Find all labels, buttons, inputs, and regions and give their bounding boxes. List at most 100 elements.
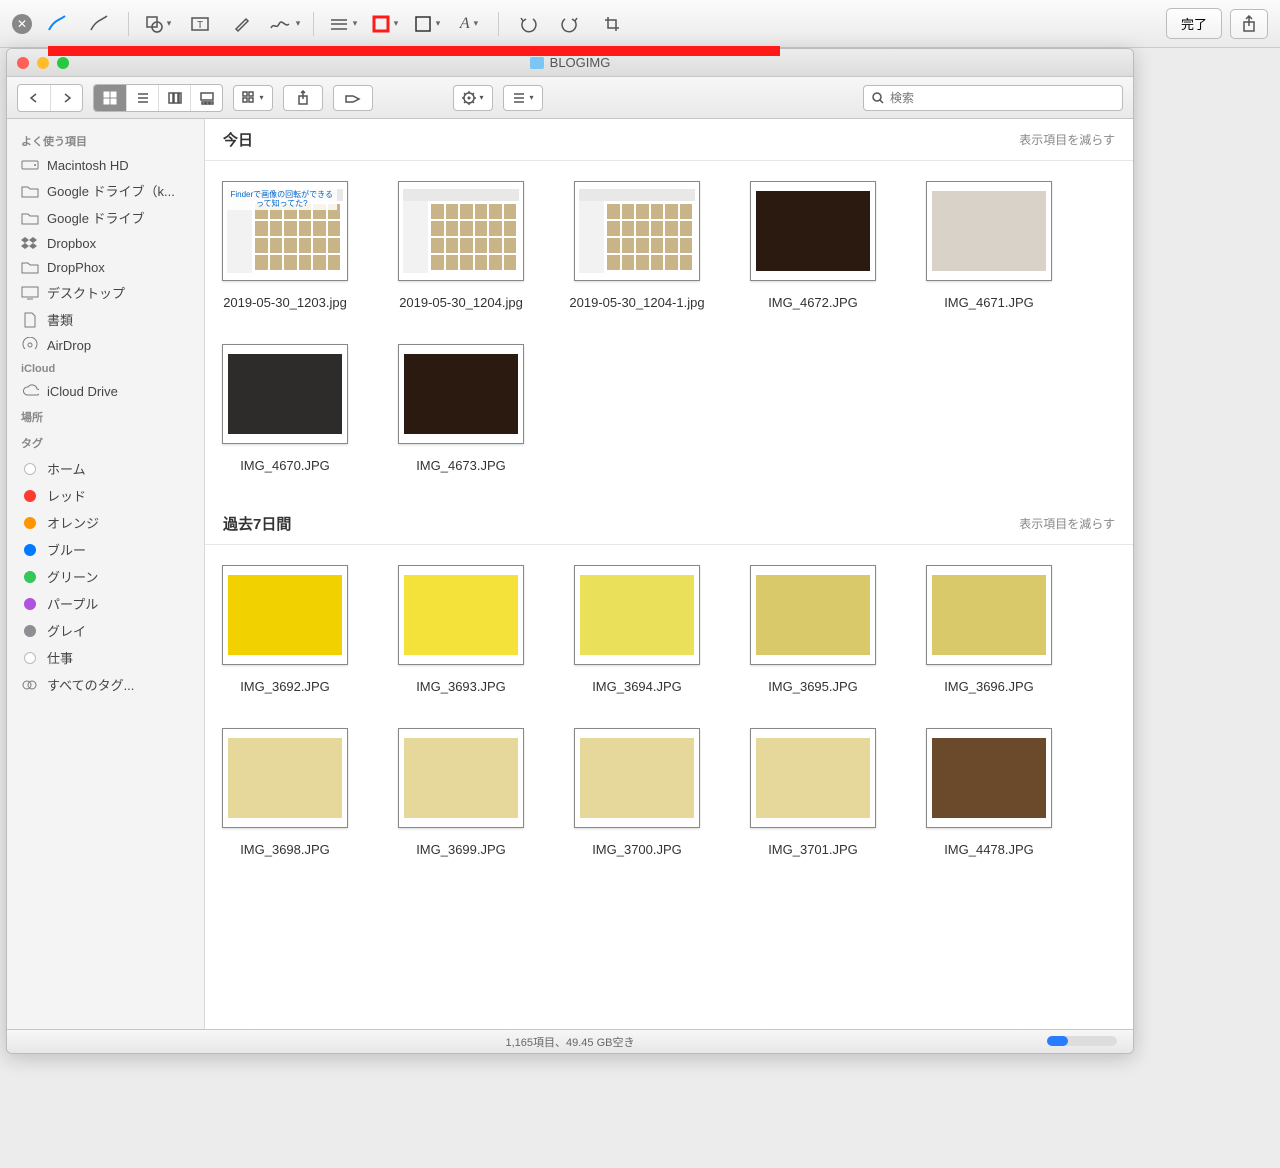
action-button[interactable] xyxy=(453,85,493,111)
file-item[interactable]: IMG_3695.JPG xyxy=(743,565,883,694)
sidebar-item[interactable]: ホーム xyxy=(7,455,204,482)
file-thumbnail[interactable] xyxy=(574,181,700,281)
group-button[interactable] xyxy=(503,85,543,111)
file-thumbnail[interactable] xyxy=(222,344,348,444)
file-thumbnail[interactable] xyxy=(926,565,1052,665)
sidebar-item[interactable]: ブルー xyxy=(7,536,204,563)
icon-view-button[interactable] xyxy=(94,85,126,111)
sidebar-item[interactable]: デスクトップ xyxy=(7,279,204,306)
gallery-view-button[interactable] xyxy=(190,85,222,111)
sign-button[interactable] xyxy=(267,8,301,40)
line-weight-button[interactable] xyxy=(326,8,360,40)
sidebar-section-header: iCloud xyxy=(7,357,204,379)
file-thumbnail[interactable] xyxy=(398,728,524,828)
file-item[interactable]: IMG_4673.JPG xyxy=(391,344,531,473)
file-item[interactable]: 2019-05-30_1204.jpg xyxy=(391,181,531,310)
file-thumbnail[interactable] xyxy=(750,181,876,281)
sidebar-section-header: タグ xyxy=(7,429,204,455)
content-area[interactable]: 今日表示項目を減らす Finderで画像の回転ができるって知ってた? 2019-… xyxy=(205,119,1133,1029)
folder-icon xyxy=(530,57,544,69)
file-thumbnail[interactable] xyxy=(750,565,876,665)
file-thumbnail[interactable] xyxy=(750,728,876,828)
sidebar-item[interactable]: Google ドライブ xyxy=(7,204,204,231)
sidebar-item[interactable]: Macintosh HD xyxy=(7,153,204,177)
sidebar-item[interactable]: グリーン xyxy=(7,563,204,590)
file-thumbnail[interactable] xyxy=(398,565,524,665)
fill-button[interactable] xyxy=(225,8,259,40)
list-view-button[interactable] xyxy=(126,85,158,111)
arrange-button[interactable] xyxy=(233,85,273,111)
share-finder-button[interactable] xyxy=(283,85,323,111)
sidebar-item-label: Google ドライブ（k... xyxy=(47,181,175,200)
file-item[interactable]: IMG_3698.JPG xyxy=(215,728,355,857)
file-thumbnail[interactable] xyxy=(574,565,700,665)
rotate-right-button[interactable] xyxy=(553,8,587,40)
file-item[interactable]: IMG_4670.JPG xyxy=(215,344,355,473)
search-input[interactable] xyxy=(890,91,1114,105)
folder-icon xyxy=(21,183,39,199)
sidebar-item[interactable]: iCloud Drive xyxy=(7,379,204,403)
sidebar-item[interactable]: パープル xyxy=(7,590,204,617)
zoom-slider[interactable] xyxy=(1047,1036,1117,1046)
file-thumbnail[interactable] xyxy=(222,565,348,665)
rotate-left-button[interactable] xyxy=(511,8,545,40)
file-item[interactable]: IMG_3692.JPG xyxy=(215,565,355,694)
sidebar-item[interactable]: レッド xyxy=(7,482,204,509)
file-thumbnail[interactable] xyxy=(926,728,1052,828)
tag-icon xyxy=(21,569,39,585)
show-less-button[interactable]: 表示項目を減らす xyxy=(1019,515,1115,532)
file-item[interactable]: IMG_3694.JPG xyxy=(567,565,707,694)
sidebar-item-label: オレンジ xyxy=(47,513,99,532)
sidebar-item-label: Google ドライブ xyxy=(47,208,145,227)
search-field[interactable] xyxy=(863,85,1123,111)
back-button[interactable] xyxy=(18,85,50,111)
sidebar-item[interactable]: AirDrop xyxy=(7,333,204,357)
stroke-color-button[interactable] xyxy=(368,8,402,40)
file-thumbnail[interactable] xyxy=(222,728,348,828)
file-name: 2019-05-30_1204.jpg xyxy=(399,295,523,310)
file-item[interactable]: IMG_3696.JPG xyxy=(919,565,1059,694)
file-item[interactable]: IMG_4478.JPG xyxy=(919,728,1059,857)
file-thumbnail[interactable] xyxy=(398,181,524,281)
file-thumbnail[interactable]: Finderで画像の回転ができるって知ってた? xyxy=(222,181,348,281)
sidebar-item[interactable]: すべてのタグ... xyxy=(7,671,204,698)
file-name: IMG_3694.JPG xyxy=(592,679,682,694)
shapes-button[interactable] xyxy=(141,8,175,40)
sidebar-item[interactable]: オレンジ xyxy=(7,509,204,536)
file-item[interactable]: 2019-05-30_1204-1.jpg xyxy=(567,181,707,310)
close-icon[interactable]: ✕ xyxy=(12,14,32,34)
forward-button[interactable] xyxy=(50,85,82,111)
file-thumbnail[interactable] xyxy=(574,728,700,828)
highlight-tool-button[interactable] xyxy=(82,8,116,40)
share-button[interactable] xyxy=(1230,9,1268,39)
sidebar-item[interactable]: Dropbox xyxy=(7,231,204,255)
file-item[interactable]: IMG_3693.JPG xyxy=(391,565,531,694)
sidebar-item[interactable]: DropPhox xyxy=(7,255,204,279)
column-view-button[interactable] xyxy=(158,85,190,111)
done-button[interactable]: 完了 xyxy=(1166,8,1222,39)
file-item[interactable]: IMG_4672.JPG xyxy=(743,181,883,310)
file-name: 2019-05-30_1203.jpg xyxy=(223,295,347,310)
crop-button[interactable] xyxy=(595,8,629,40)
file-item[interactable]: IMG_3701.JPG xyxy=(743,728,883,857)
sidebar-item[interactable]: 書類 xyxy=(7,306,204,333)
draw-tool-button[interactable] xyxy=(40,8,74,40)
tags-button[interactable] xyxy=(333,85,373,111)
text-button[interactable]: T xyxy=(183,8,217,40)
file-name: IMG_3700.JPG xyxy=(592,842,682,857)
sidebar-item[interactable]: 仕事 xyxy=(7,644,204,671)
file-name: IMG_3698.JPG xyxy=(240,842,330,857)
file-thumbnail[interactable] xyxy=(926,181,1052,281)
font-button[interactable]: A xyxy=(452,8,486,40)
file-item[interactable]: Finderで画像の回転ができるって知ってた? 2019-05-30_1203.… xyxy=(215,181,355,310)
fill-color-button[interactable] xyxy=(410,8,444,40)
tag-icon xyxy=(21,650,39,666)
file-item[interactable]: IMG_3700.JPG xyxy=(567,728,707,857)
file-item[interactable]: IMG_4671.JPG xyxy=(919,181,1059,310)
file-thumbnail[interactable] xyxy=(398,344,524,444)
sidebar-item[interactable]: グレイ xyxy=(7,617,204,644)
sidebar-item[interactable]: Google ドライブ（k... xyxy=(7,177,204,204)
file-item[interactable]: IMG_3699.JPG xyxy=(391,728,531,857)
sidebar-section-header: よく使う項目 xyxy=(7,127,204,153)
show-less-button[interactable]: 表示項目を減らす xyxy=(1019,131,1115,148)
